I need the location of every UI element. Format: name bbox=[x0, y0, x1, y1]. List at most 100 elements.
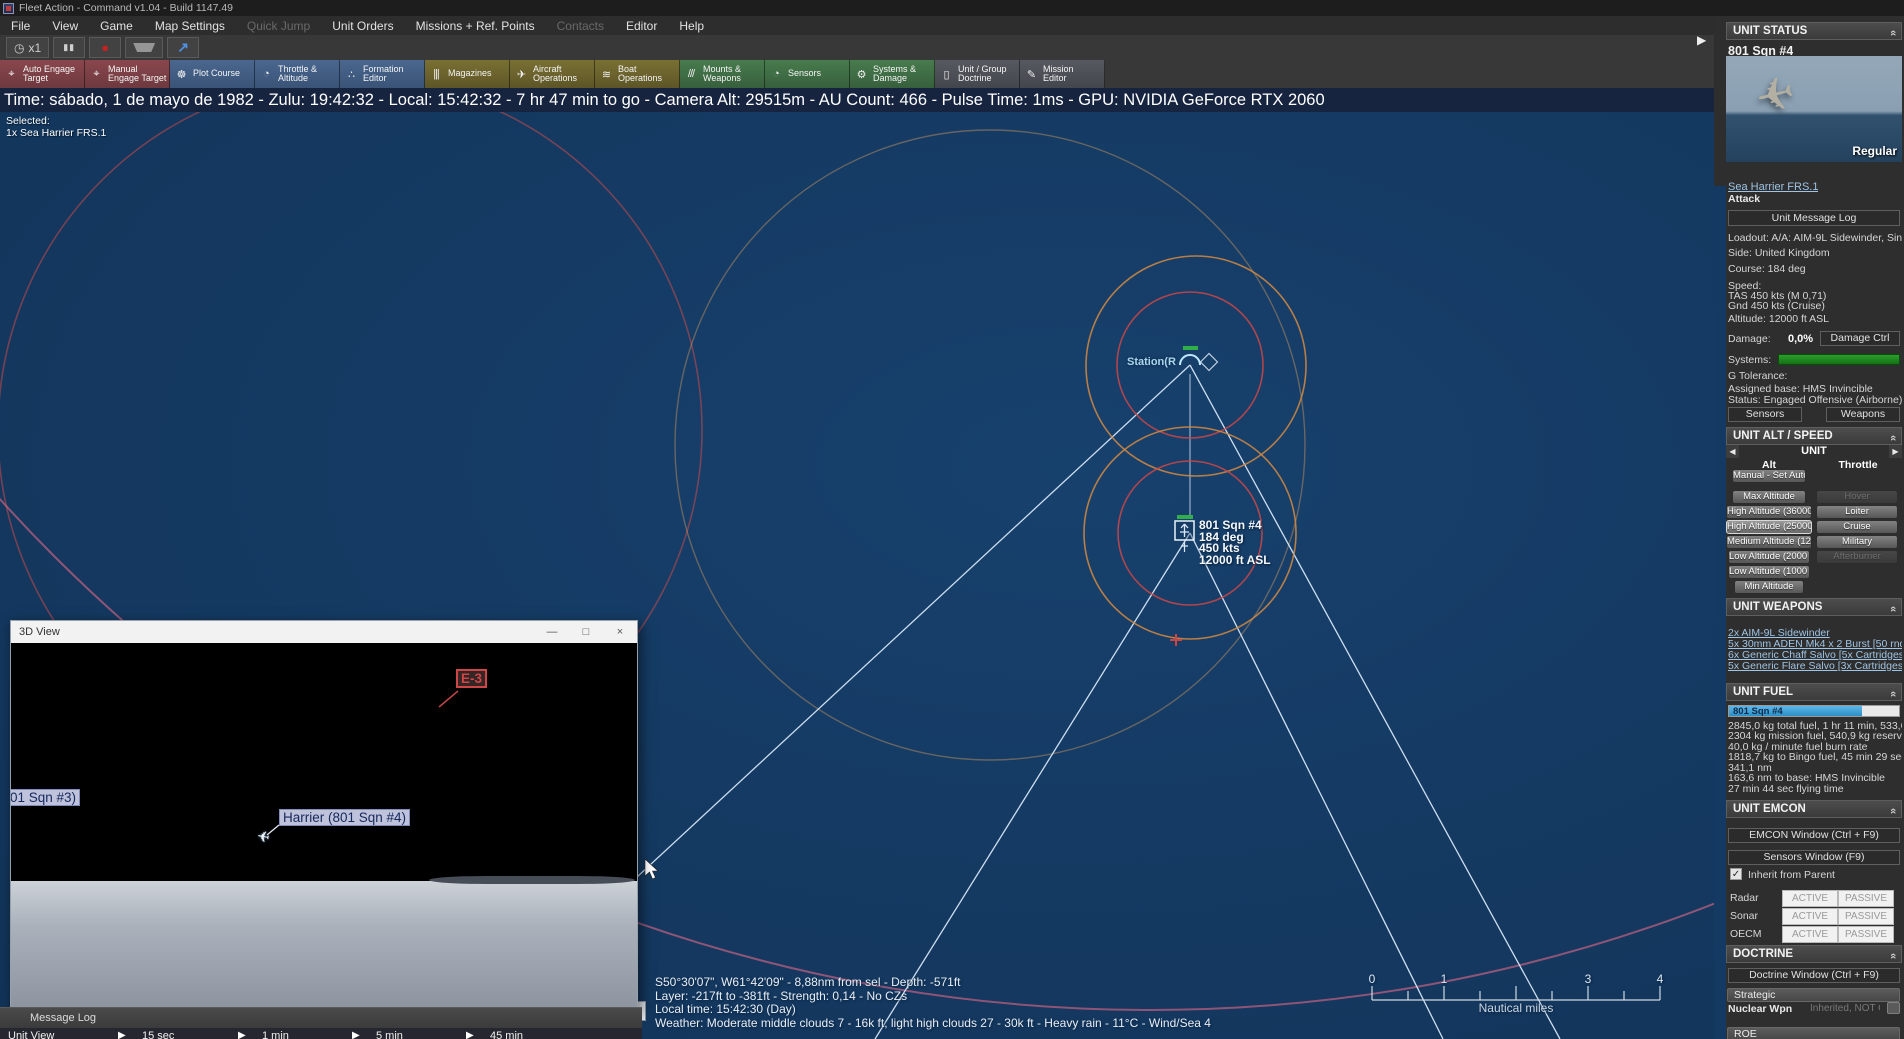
menu-missions-ref-points[interactable]: Missions + Ref. Points bbox=[405, 16, 546, 35]
fuel-line: 27 min 44 sec flying time bbox=[1728, 783, 1844, 795]
doctrine-window-button[interactable]: Doctrine Window (Ctrl + F9) bbox=[1728, 968, 1900, 983]
throttle-cruise-button[interactable]: Cruise bbox=[1816, 520, 1898, 534]
scale-tick-label: 3 bbox=[1578, 972, 1598, 986]
min-altitude-button[interactable]: Min Altitude bbox=[1734, 580, 1804, 594]
collapse-icon[interactable]: « bbox=[1885, 606, 1901, 612]
oecm-passive-cell[interactable]: PASSIVE bbox=[1838, 926, 1894, 943]
sensors-window-button[interactable]: Sensors Window (F9) bbox=[1728, 850, 1900, 865]
pause-button[interactable]: ▮▮ bbox=[53, 37, 85, 58]
unit-message-log-button[interactable]: Unit Message Log bbox=[1728, 210, 1900, 226]
high-altitude-36000-button[interactable]: High Altitude (36000 ft) bbox=[1726, 505, 1812, 519]
high-altitude-25000-button[interactable]: High Altitude (25000 ft) bbox=[1726, 520, 1812, 534]
sidebar-expand-arrow-icon[interactable]: ▶ bbox=[1697, 33, 1706, 47]
menu-editor[interactable]: Editor bbox=[615, 16, 668, 35]
record-icon: ● bbox=[101, 40, 109, 55]
emcon-row-label: OECM bbox=[1730, 928, 1762, 940]
low-altitude-1000-button[interactable]: Low Altitude (1000 ft) bbox=[1728, 565, 1810, 579]
manual-set-auto-button[interactable]: Manual - Set Auto bbox=[1732, 469, 1806, 483]
unit-emcon-header[interactable]: UNIT EMCON« bbox=[1726, 800, 1902, 818]
radar-passive-cell[interactable]: PASSIVE bbox=[1838, 890, 1894, 907]
unit-status-header[interactable]: UNIT STATUS« bbox=[1726, 22, 1902, 40]
weapons-panel-button[interactable]: Weapons bbox=[1826, 407, 1900, 422]
filter-1-min[interactable]: 1 min bbox=[262, 1029, 289, 1039]
3d-view-content[interactable]: E-3 Harrier (801 Sqn #3) Harrier (801 Sq… bbox=[11, 643, 637, 1009]
engage-target-icon: ⌖ bbox=[3, 68, 19, 81]
sensors-button[interactable]: ◔Sensors bbox=[765, 60, 850, 88]
collapse-icon[interactable]: « bbox=[1885, 435, 1901, 441]
medium-altitude-button[interactable]: Medium Altitude (12000 ft) bbox=[1726, 535, 1812, 549]
manual-engage-target-button[interactable]: ⌖ManualEngage Target bbox=[85, 60, 170, 88]
auto-engage-target-button[interactable]: ⌖Auto EngageTarget bbox=[0, 60, 85, 88]
station-label[interactable]: Station(R bbox=[1127, 356, 1176, 368]
sensors-panel-button[interactable]: Sensors bbox=[1728, 407, 1802, 422]
3d-pointer-lines bbox=[11, 643, 637, 1009]
filter-unit-view[interactable]: Unit View bbox=[8, 1029, 54, 1039]
alt-speed-scope-title: UNIT bbox=[1726, 445, 1902, 457]
collapse-icon[interactable]: « bbox=[1885, 953, 1901, 959]
maximize-button[interactable]: □ bbox=[569, 621, 603, 643]
unit-group-doctrine-button[interactable]: ▯Unit / GroupDoctrine bbox=[935, 60, 1020, 88]
unit-fuel-header[interactable]: UNIT FUEL« bbox=[1726, 683, 1902, 701]
strategic-subheader: Strategic bbox=[1727, 988, 1900, 1002]
weapon-link[interactable]: 5x Generic Flare Salvo [3x Cartridges, S… bbox=[1728, 660, 1902, 672]
app-window: Fleet Action - Command v1.04 - Build 114… bbox=[0, 0, 1904, 1039]
message-log-bar[interactable]: Message Log bbox=[0, 1007, 642, 1028]
record-button[interactable]: ● bbox=[89, 37, 121, 58]
nuclear-wpn-toggle[interactable] bbox=[1887, 1002, 1900, 1014]
filter-45-min[interactable]: 45 min bbox=[490, 1029, 523, 1039]
mission-editor-button[interactable]: ✎MissionEditor bbox=[1020, 60, 1105, 88]
3d-view-window: 3D View — □ × E-3 Harrier (801 Sqn #3) H… bbox=[10, 620, 638, 1010]
unit-type-link[interactable]: Sea Harrier FRS.1 bbox=[1728, 181, 1818, 193]
menu-unit-orders[interactable]: Unit Orders bbox=[321, 16, 404, 35]
next-unit-arrow[interactable]: ▶ bbox=[1889, 445, 1902, 458]
unit-alt-speed-header[interactable]: UNIT ALT / SPEED« bbox=[1726, 427, 1902, 445]
bridge-view-button[interactable] bbox=[125, 37, 163, 58]
magazines-button[interactable]: |||Magazines bbox=[425, 60, 510, 88]
title-bar[interactable]: Fleet Action - Command v1.04 - Build 114… bbox=[0, 0, 1904, 16]
collapse-icon[interactable]: « bbox=[1885, 30, 1901, 36]
plot-course-button[interactable]: ☸Plot Course bbox=[170, 60, 255, 88]
menu-view[interactable]: View bbox=[41, 16, 89, 35]
throttle-altitude-button[interactable]: ◔Throttle &Altitude bbox=[255, 60, 340, 88]
unit-weapons-header[interactable]: UNIT WEAPONS« bbox=[1726, 598, 1902, 616]
sonar-active-cell[interactable]: ACTIVE bbox=[1782, 908, 1838, 925]
emcon-window-button[interactable]: EMCON Window (Ctrl + F9) bbox=[1728, 828, 1900, 843]
filter-15-sec[interactable]: 15 sec bbox=[142, 1029, 174, 1039]
low-altitude-2000-button[interactable]: Low Altitude (2000 ft) bbox=[1728, 550, 1810, 564]
menu-map-settings[interactable]: Map Settings bbox=[144, 16, 236, 35]
throttle-afterburner-button: Afterburner bbox=[1816, 550, 1898, 564]
menu-help[interactable]: Help bbox=[668, 16, 715, 35]
throttle-loiter-button[interactable]: Loiter bbox=[1816, 505, 1898, 519]
3d-view-titlebar[interactable]: 3D View — □ × bbox=[11, 621, 637, 643]
oecm-active-cell[interactable]: ACTIVE bbox=[1782, 926, 1838, 943]
radar-active-cell[interactable]: ACTIVE bbox=[1782, 890, 1838, 907]
filter-5-min[interactable]: 5 min bbox=[376, 1029, 403, 1039]
contact-label-e3[interactable]: E-3 bbox=[456, 669, 487, 688]
throttle-military-button[interactable]: Military bbox=[1816, 535, 1898, 549]
damage-ctrl-button[interactable]: Damage Ctrl bbox=[1820, 331, 1900, 346]
close-button[interactable]: × bbox=[603, 621, 637, 643]
menu-file[interactable]: File bbox=[0, 16, 41, 35]
boat-operations-button[interactable]: ≋BoatOperations bbox=[595, 60, 680, 88]
doctrine-header[interactable]: DOCTRINE« bbox=[1726, 945, 1902, 963]
sonar-passive-cell[interactable]: PASSIVE bbox=[1838, 908, 1894, 925]
jump-to-location-button[interactable]: ↗ bbox=[167, 37, 199, 58]
inherit-from-parent-checkbox[interactable]: ✓ bbox=[1730, 868, 1742, 880]
boat-icon: ≋ bbox=[598, 68, 614, 81]
max-altitude-button[interactable]: Max Altitude bbox=[1732, 490, 1806, 504]
unit-label-sqn3[interactable]: Harrier (801 Sqn #3) bbox=[11, 789, 80, 806]
menu-game[interactable]: Game bbox=[89, 16, 144, 35]
minimize-button[interactable]: — bbox=[535, 621, 569, 643]
unit-datablock-label[interactable]: 801 Sqn #4 184 deg 450 kts 12000 ft ASL bbox=[1199, 520, 1271, 566]
collapse-icon[interactable]: « bbox=[1885, 808, 1901, 814]
collapse-icon[interactable]: « bbox=[1885, 691, 1901, 697]
formation-editor-button[interactable]: ∴FormationEditor bbox=[340, 60, 425, 88]
unit-label-sqn4[interactable]: Harrier (801 Sqn #4) bbox=[279, 809, 410, 826]
play-icon: ▶ bbox=[352, 1029, 360, 1039]
aircraft-operations-button[interactable]: ✈AircraftOperations bbox=[510, 60, 595, 88]
mounts-weapons-button[interactable]: ///Mounts &Weapons bbox=[680, 60, 765, 88]
time-compression-button[interactable]: ◷ x1 bbox=[6, 37, 49, 58]
emcon-row-label: Sonar bbox=[1730, 910, 1758, 922]
check-icon: ✓ bbox=[1732, 869, 1740, 880]
systems-damage-button[interactable]: ⚙Systems &Damage bbox=[850, 60, 935, 88]
